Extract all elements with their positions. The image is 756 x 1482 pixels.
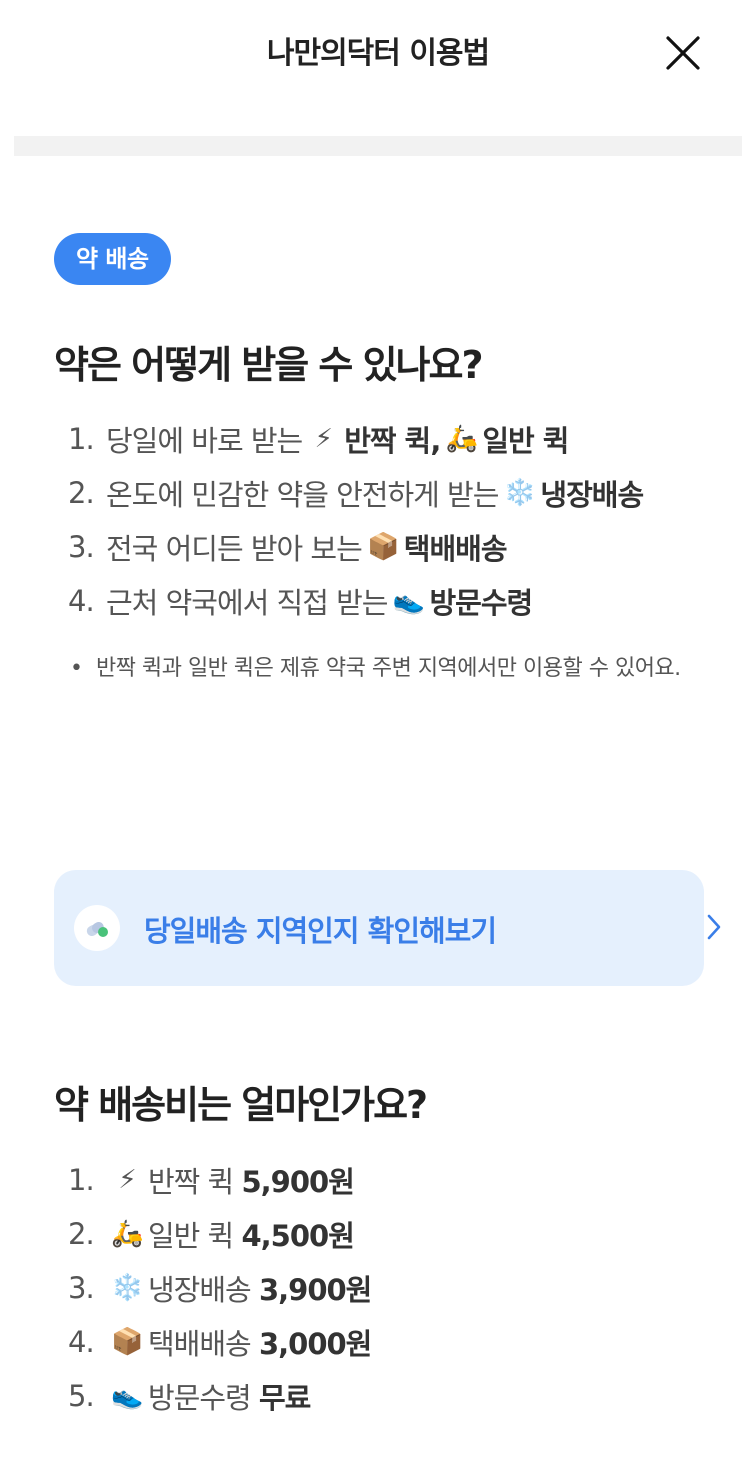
scooter-icon: 🛵 xyxy=(111,1219,143,1249)
check-same-day-area-button[interactable]: 당일배송 지역인지 확인해보기 xyxy=(54,870,721,986)
scooter-icon: 🛵 xyxy=(445,424,478,454)
lightning-icon: ⚡ xyxy=(314,424,333,454)
quick-delivery-note: • 반짝 퀵과 일반 퀵은 제휴 약국 주변 지역에서만 이용할 수 있어요. xyxy=(70,646,710,692)
list-item: 5. 👟 방문수령 무료 xyxy=(68,1379,311,1415)
section-divider xyxy=(14,136,742,156)
sneaker-icon: 👟 xyxy=(111,1381,143,1411)
section-badge: 약 배송 xyxy=(54,233,171,285)
chevron-right-icon xyxy=(707,914,721,940)
list-item: 4. 📦 택배배송 3,000원 xyxy=(68,1325,372,1361)
cta-label: 당일배송 지역인지 확인해보기 xyxy=(144,914,497,948)
pill-icon xyxy=(74,905,120,951)
bullet-icon: • xyxy=(70,656,83,681)
package-icon: 📦 xyxy=(367,532,399,562)
delivery-fee-list: 1. ⚡ 반짝 퀵 5,900원 2. 🛵 일반 퀵 4,500원 3. ❄️ … xyxy=(68,1153,372,1423)
sneaker-icon: 👟 xyxy=(392,586,425,616)
list-item: 1. ⚡ 반짝 퀵 5,900원 xyxy=(68,1163,355,1199)
list-item: 2. 🛵 일반 퀵 4,500원 xyxy=(68,1217,355,1253)
snowflake-icon: ❄️ xyxy=(111,1273,143,1303)
list-item: 3. 전국 어디든 받아 보는 📦 택배배송 xyxy=(68,530,508,566)
question-heading-delivery-methods: 약은 어떻게 받을 수 있나요? xyxy=(54,343,484,387)
top-bar: 나만의닥터 이용법 xyxy=(0,0,756,104)
list-item: 1. 당일에 바로 받는 ⚡ 반짝 퀵, 🛵 일반 퀵 xyxy=(68,422,570,458)
list-item: 3. ❄️ 냉장배송 3,900원 xyxy=(68,1271,372,1307)
snowflake-icon: ❄️ xyxy=(503,478,536,508)
list-item: 2. 온도에 민감한 약을 안전하게 받는 ❄️ 냉장배송 xyxy=(68,476,644,512)
package-icon: 📦 xyxy=(111,1327,143,1357)
list-item: 4. 근처 약국에서 직접 받는 👟 방문수령 xyxy=(68,584,533,620)
delivery-methods-list: 1. 당일에 바로 받는 ⚡ 반짝 퀵, 🛵 일반 퀵 2. 온도에 민감한 약… xyxy=(68,412,644,628)
page-title: 나만의닥터 이용법 xyxy=(266,36,490,71)
lightning-icon: ⚡ xyxy=(118,1165,136,1195)
question-heading-delivery-fee: 약 배송비는 얼마인가요? xyxy=(54,1083,428,1127)
close-icon xyxy=(666,36,700,70)
close-button[interactable] xyxy=(660,30,706,76)
